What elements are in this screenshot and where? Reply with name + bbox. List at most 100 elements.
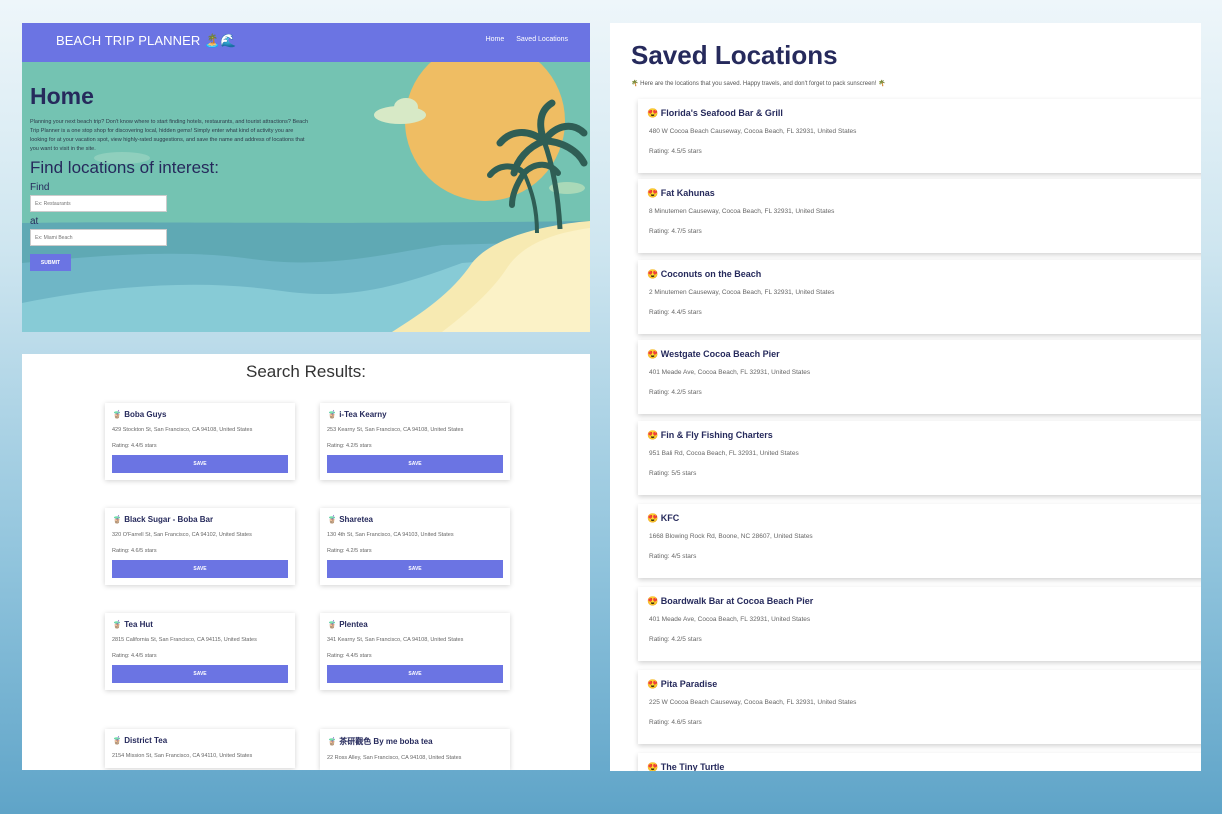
result-name: 🧋 Black Sugar - Boba Bar [112,515,214,524]
find-heading: Find locations of interest: [30,158,219,177]
result-name: 🧋 Boba Guys [112,410,167,419]
result-address: 341 Kearny St, San Francisco, CA 94108, … [327,637,464,643]
result-address: 429 Stockton St, San Francisco, CA 94108… [112,427,253,433]
saved-card[interactable]: 😍 Westgate Cocoa Beach Pier 401 Meade Av… [638,340,1201,414]
heart-eyes-icon: 😍 [647,513,659,523]
save-button[interactable]: SAVE [327,560,503,578]
saved-card[interactable]: 😍 Coconuts on the Beach 2 Minutemen Caus… [638,260,1201,334]
result-rating: Rating: 4.2/5 stars [327,443,372,449]
heart-eyes-icon: 😍 [647,188,659,198]
save-button[interactable]: SAVE [112,560,288,578]
saved-address: 480 W Cocoa Beach Causeway, Cocoa Beach,… [649,128,857,135]
saved-card[interactable]: 😍 Boardwalk Bar at Cocoa Beach Pier 401 … [638,587,1201,661]
result-address: 22 Ross Alley, San Francisco, CA 94108, … [327,755,462,761]
saved-rating: Rating: 4.2/5 stars [649,389,702,396]
search-results-panel: Search Results: 🧋 Boba Guys 429 Stockton… [22,354,590,770]
saved-card[interactable]: 😍 Fat Kahunas 8 Minutemen Causeway, Coco… [638,179,1201,253]
boba-icon: 🧋 [327,737,337,746]
saved-card[interactable]: 😍 KFC 1668 Blowing Rock Rd, Boone, NC 28… [638,504,1201,578]
result-address: 130 4th St, San Francisco, CA 94103, Uni… [327,532,454,538]
result-name: 🧋 茶研觀色 By me boba tea [327,737,433,746]
heart-eyes-icon: 😍 [647,269,659,279]
heart-eyes-icon: 😍 [647,762,659,771]
saved-card[interactable]: 😍 Pita Paradise 225 W Cocoa Beach Causew… [638,670,1201,744]
result-rating: Rating: 4.4/5 stars [112,653,157,659]
home-description: Planning your next beach trip? Don't kno… [30,119,309,152]
find-label: Find [30,182,50,193]
page-title: Home [30,83,94,109]
result-address: 2815 California St, San Francisco, CA 94… [112,637,257,643]
save-button[interactable]: SAVE [327,665,503,683]
saved-address: 401 Meade Ave, Cocoa Beach, FL 32931, Un… [649,616,811,623]
result-rating: Rating: 4.4/5 stars [112,443,157,449]
boba-icon: 🧋 [112,736,122,745]
boba-icon: 🧋 [112,515,122,524]
find-input[interactable] [30,195,167,212]
saved-card[interactable]: 😍 Florida's Seafood Bar & Grill 480 W Co… [638,99,1201,173]
boba-icon: 🧋 [112,410,122,419]
saved-rating: Rating: 5/5 stars [649,470,697,477]
result-name: 🧋 Plentea [327,620,368,629]
home-content: Home Planning your next beach trip? Don'… [30,83,320,271]
saved-rating: Rating: 4/5 stars [649,553,697,560]
result-name: 🧋 Sharetea [327,515,373,524]
saved-name: 😍 Westgate Cocoa Beach Pier [647,349,780,359]
boba-icon: 🧋 [112,620,122,629]
saved-name: 😍 Boardwalk Bar at Cocoa Beach Pier [647,596,814,606]
search-results-title: Search Results: [246,362,366,381]
result-card: 🧋 Sharetea 130 4th St, San Francisco, CA… [320,508,510,585]
result-rating: Rating: 4.4/5 stars [327,653,372,659]
home-panel: BEACH TRIP PLANNER 🏝️🌊 Home Saved Locati… [22,23,590,332]
result-card: 🧋 茶研觀色 By me boba tea 22 Ross Alley, San… [320,729,510,770]
saved-name: 😍 KFC [647,513,680,523]
save-button[interactable]: SAVE [112,455,288,473]
saved-name: 😍 Fat Kahunas [647,188,715,198]
result-name: 🧋 i-Tea Kearny [327,410,387,419]
saved-locations-subtitle: 🌴 Here are the locations that you saved.… [631,81,886,87]
saved-card[interactable]: 😍 Fin & Fly Fishing Charters 951 Bali Rd… [638,421,1201,495]
saved-card[interactable]: 😍 The Tiny Turtle [638,753,1201,771]
saved-name: 😍 The Tiny Turtle [647,762,725,771]
saved-locations-title: Saved Locations [631,40,838,70]
result-card: 🧋 Black Sugar - Boba Bar 320 O'Farrell S… [105,508,295,585]
result-card: 🧋 Tea Hut 2815 California St, San Franci… [105,613,295,690]
save-button[interactable]: SAVE [112,665,288,683]
result-card: 🧋 Boba Guys 429 Stockton St, San Francis… [105,403,295,480]
result-name: 🧋 District Tea [112,736,168,745]
result-card: 🧋 Plentea 341 Kearny St, San Francisco, … [320,613,510,690]
save-button[interactable]: SAVE [327,455,503,473]
nav-link-home[interactable]: Home [486,36,505,43]
saved-rating: Rating: 4.6/5 stars [649,719,702,726]
nav-link-saved-locations[interactable]: Saved Locations [516,36,568,43]
submit-button[interactable]: SUBMIT [30,254,71,271]
saved-address: 401 Meade Ave, Cocoa Beach, FL 32931, Un… [649,369,811,376]
app-title[interactable]: BEACH TRIP PLANNER 🏝️🌊 [56,33,237,49]
result-address: 253 Kearny St, San Francisco, CA 94108, … [327,427,464,433]
saved-rating: Rating: 4.7/5 stars [649,228,702,235]
result-address: 320 O'Farrell St, San Francisco, CA 9410… [112,532,252,538]
heart-eyes-icon: 😍 [647,430,659,440]
at-label: at [30,216,39,227]
saved-rating: Rating: 4.2/5 stars [649,636,702,643]
saved-locations-panel: Saved Locations 🌴 Here are the locations… [610,23,1201,771]
saved-name: 😍 Fin & Fly Fishing Charters [647,430,773,440]
saved-rating: Rating: 4.5/5 stars [649,148,702,155]
result-name: 🧋 Tea Hut [112,620,153,629]
location-input[interactable] [30,229,167,246]
result-address: 2154 Mission St, San Francisco, CA 94110… [112,753,253,759]
saved-address: 951 Bali Rd, Cocoa Beach, FL 32931, Unit… [649,450,799,457]
boba-icon: 🧋 [327,515,337,524]
nav-links: Home Saved Locations [476,36,568,43]
boba-icon: 🧋 [327,410,337,419]
saved-rating: Rating: 4.4/5 stars [649,309,702,316]
boba-icon: 🧋 [327,620,337,629]
heart-eyes-icon: 😍 [647,108,659,118]
saved-name: 😍 Coconuts on the Beach [647,269,762,279]
navbar: BEACH TRIP PLANNER 🏝️🌊 Home Saved Locati… [22,23,590,62]
saved-address: 8 Minutemen Causeway, Cocoa Beach, FL 32… [649,208,835,215]
saved-name: 😍 Pita Paradise [647,679,718,689]
saved-address: 1668 Blowing Rock Rd, Boone, NC 28607, U… [649,533,813,540]
heart-eyes-icon: 😍 [647,679,659,689]
result-card: 🧋 i-Tea Kearny 253 Kearny St, San Franci… [320,403,510,480]
saved-address: 225 W Cocoa Beach Causeway, Cocoa Beach,… [649,699,857,706]
